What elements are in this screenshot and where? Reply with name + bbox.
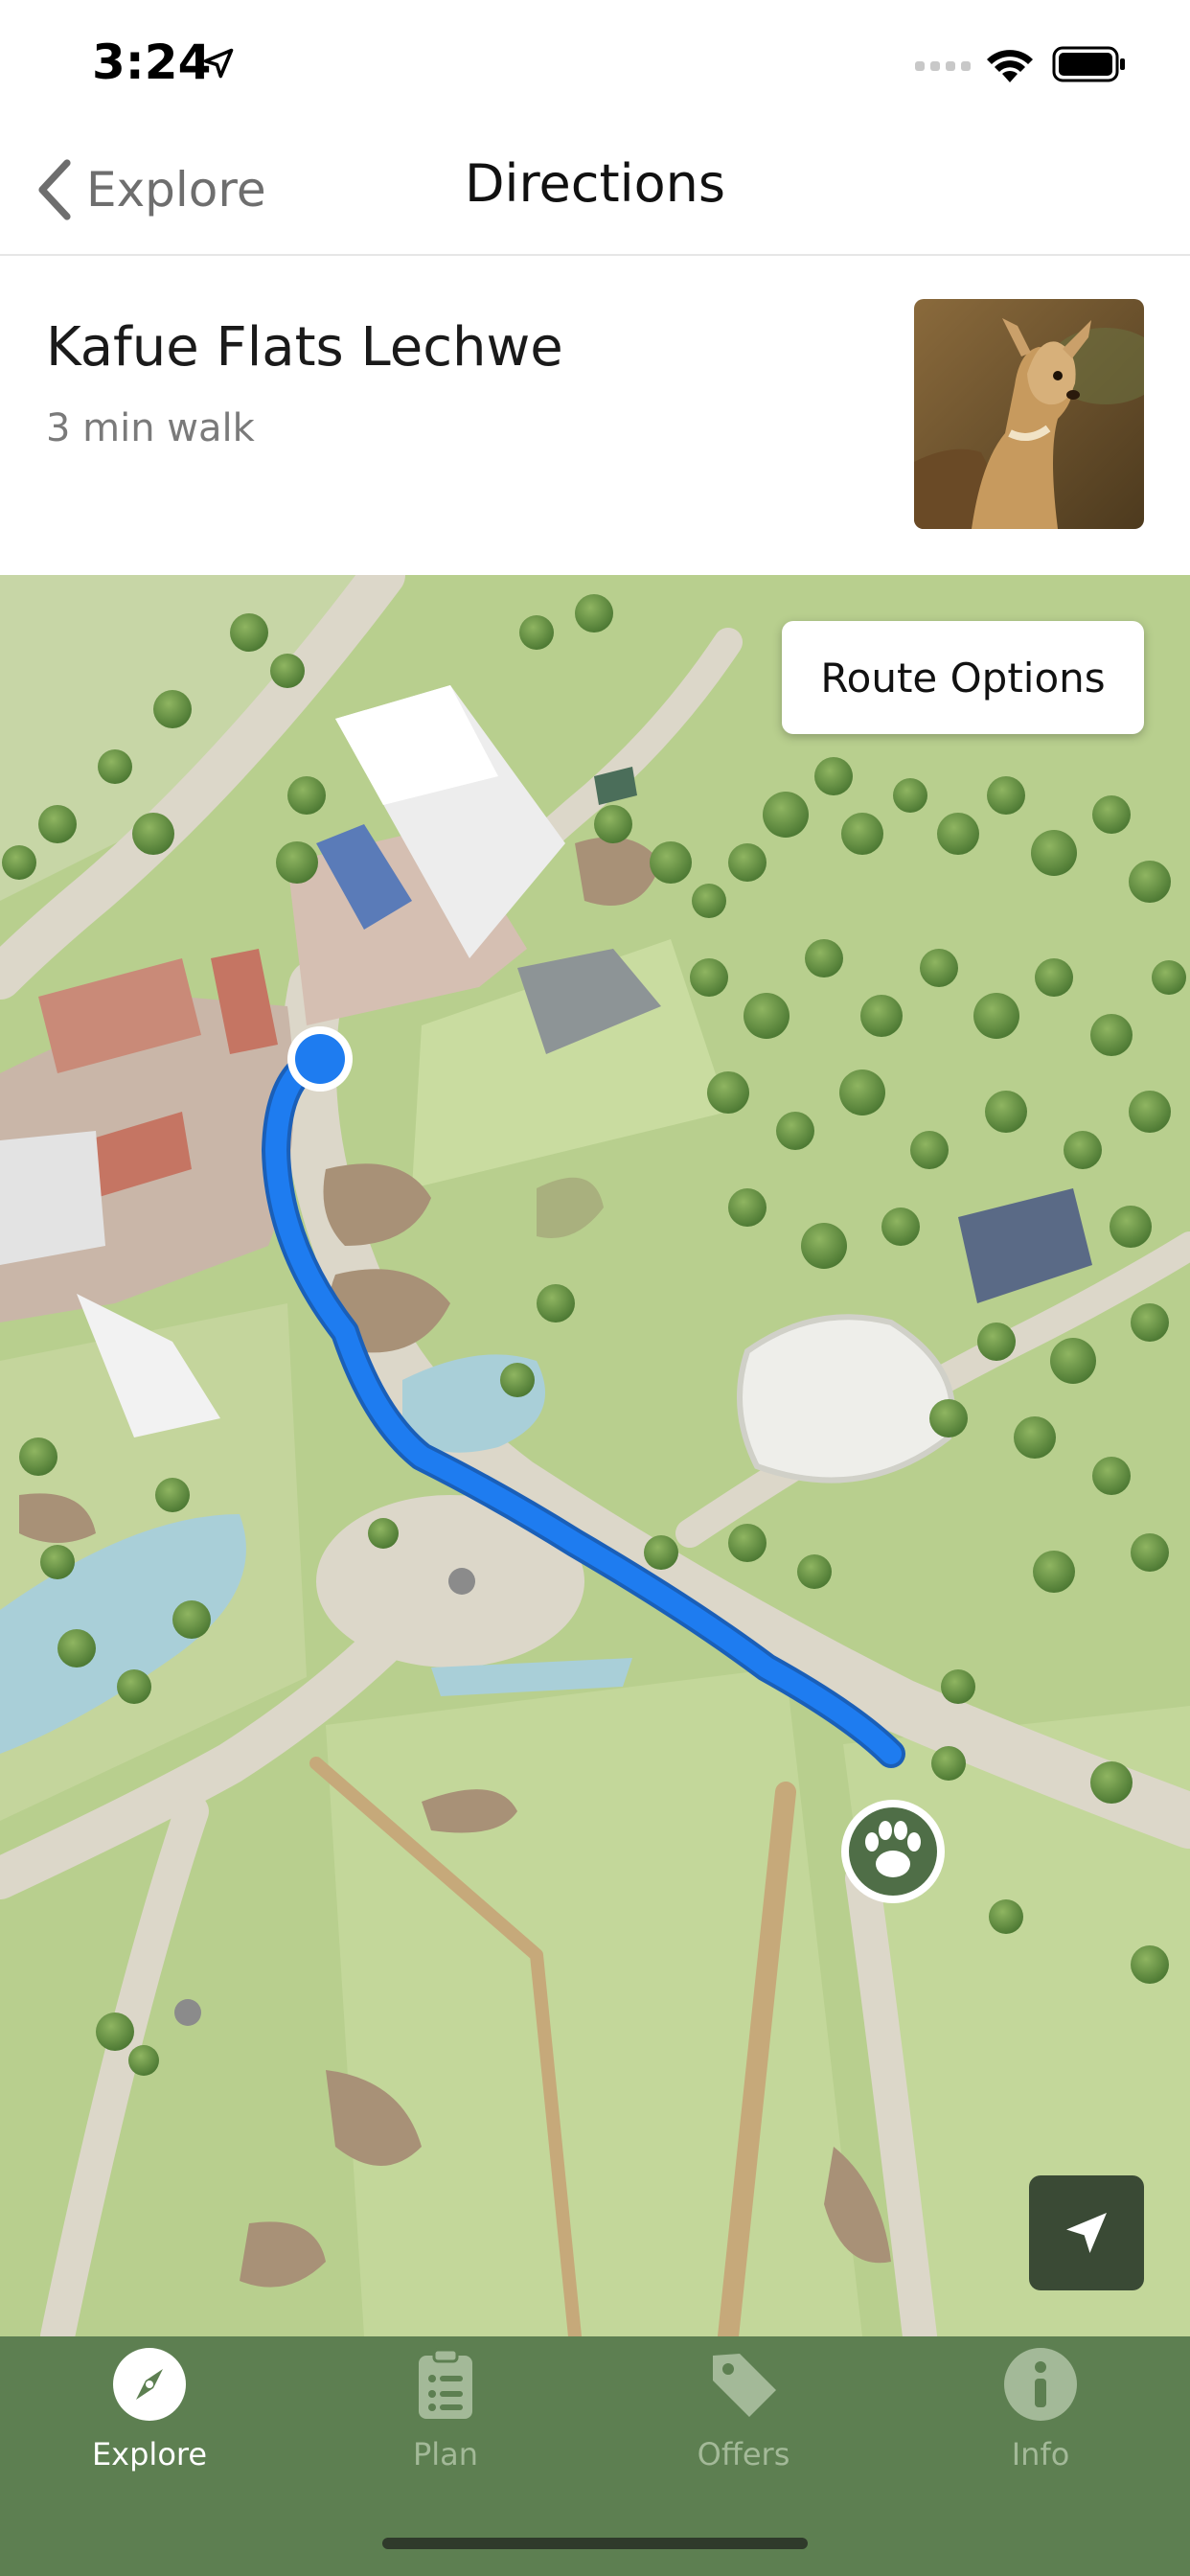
- wifi-icon: [987, 50, 1033, 82]
- page-title: Directions: [464, 153, 726, 214]
- tab-offers[interactable]: Offers: [648, 2346, 839, 2490]
- destination-name: Kafue Flats Lechwe: [46, 316, 563, 379]
- battery-icon: [1052, 46, 1125, 82]
- destination-marker[interactable]: [841, 1800, 945, 1903]
- tag-icon: [713, 2354, 776, 2417]
- navigation-arrow-icon: [1066, 2213, 1107, 2253]
- tab-plan[interactable]: Plan: [350, 2346, 541, 2490]
- tab-explore-label: Explore: [91, 2436, 208, 2472]
- recenter-location-button[interactable]: [1029, 2175, 1144, 2290]
- animal-photo[interactable]: [914, 299, 1144, 529]
- status-time: 3:24: [92, 34, 212, 90]
- location-arrow-icon: [203, 48, 234, 79]
- zoo-map[interactable]: [0, 575, 1190, 2336]
- route-options-button[interactable]: Route Options: [782, 621, 1144, 734]
- compass-icon: [113, 2348, 186, 2421]
- tab-info-label: Info: [1011, 2436, 1070, 2472]
- tab-explore[interactable]: Explore: [54, 2346, 245, 2490]
- tab-offers-label: Offers: [697, 2436, 790, 2472]
- home-indicator: [382, 2538, 808, 2549]
- signal-icon: [915, 61, 971, 71]
- walk-time: 3 min walk: [46, 406, 255, 450]
- tab-info[interactable]: Info: [945, 2346, 1136, 2490]
- tab-plan-label: Plan: [412, 2436, 479, 2472]
- info-icon: [1004, 2348, 1077, 2421]
- user-location-dot: [287, 1026, 353, 1092]
- clipboard-list-icon: [419, 2348, 472, 2419]
